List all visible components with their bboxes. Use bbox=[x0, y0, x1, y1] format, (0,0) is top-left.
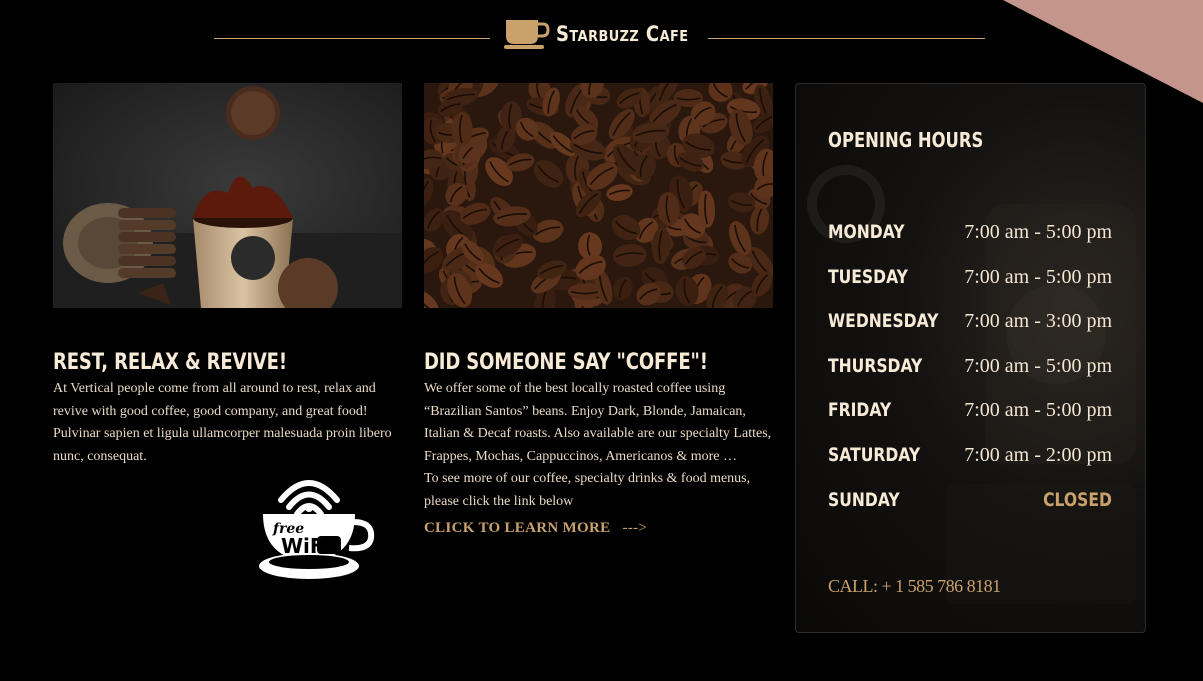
header-rule-left bbox=[214, 38, 490, 39]
opening-hours-title: OPENING HOURS bbox=[828, 128, 984, 152]
hours-closed: CLOSED bbox=[1043, 489, 1112, 511]
hours-row-saturday: SATURDAY 7:00 am - 2:00 pm bbox=[828, 444, 1112, 474]
hours-day: WEDNESDAY bbox=[828, 310, 939, 332]
hours-time: 7:00 am - 5:00 pm bbox=[964, 355, 1112, 377]
coffee-cup-icon bbox=[504, 20, 550, 49]
free-wifi-icon: free WiFi bbox=[259, 480, 375, 579]
hours-time: 7:00 am - 5:00 pm bbox=[964, 221, 1112, 243]
hours-row-friday: FRIDAY 7:00 am - 5:00 pm bbox=[828, 399, 1112, 429]
rest-relax-title: REST, RELAX & REVIVE! bbox=[53, 350, 287, 375]
learn-more-link[interactable]: CLICK TO LEARN MORE ---> bbox=[424, 520, 647, 537]
coffee-text-block: We offer some of the best locally roaste… bbox=[424, 378, 776, 513]
site-header: Starbuzz Cafe bbox=[214, 18, 985, 58]
hours-day: SATURDAY bbox=[828, 444, 921, 466]
coffee-title: DID SOMEONE SAY "COFFE"! bbox=[424, 350, 708, 375]
header-rule-right bbox=[708, 38, 985, 39]
hours-time: 7:00 am - 5:00 pm bbox=[964, 266, 1112, 288]
hours-row-sunday: SUNDAY CLOSED bbox=[828, 489, 1112, 519]
hours-time: 7:00 am - 3:00 pm bbox=[964, 310, 1112, 332]
wifi-label-text: WiFi bbox=[281, 534, 330, 558]
rest-relax-text: At Vertical people come from all around … bbox=[53, 381, 392, 464]
hours-row-wednesday: WEDNESDAY 7:00 am - 3:00 pm bbox=[828, 310, 1112, 340]
hours-day: TUESDAY bbox=[828, 266, 908, 288]
coffee-beans-photo bbox=[424, 83, 773, 308]
coffee-menu-text: To see more of our coffee, specialty dri… bbox=[424, 471, 751, 509]
hours-day: SUNDAY bbox=[828, 489, 900, 511]
hours-time: 7:00 am - 2:00 pm bbox=[964, 444, 1112, 466]
call-phone-link[interactable]: CALL: + 1 585 786 8181 bbox=[828, 576, 1001, 597]
brand-name: Starbuzz Cafe bbox=[556, 22, 689, 46]
coffee-text: We offer some of the best locally roaste… bbox=[424, 381, 772, 464]
hours-row-tuesday: TUESDAY 7:00 am - 5:00 pm bbox=[828, 266, 1112, 296]
learn-more-arrow: ---> bbox=[622, 520, 648, 536]
hours-day: FRIDAY bbox=[828, 399, 892, 421]
hours-time: 7:00 am - 5:00 pm bbox=[964, 399, 1112, 421]
coffee-cup-photo bbox=[53, 83, 402, 308]
hours-day: THURSDAY bbox=[828, 355, 923, 377]
learn-more-label: CLICK TO LEARN MORE bbox=[424, 520, 611, 536]
hours-row-thursday: THURSDAY 7:00 am - 5:00 pm bbox=[828, 355, 1112, 385]
hours-day: MONDAY bbox=[828, 221, 905, 243]
hours-row-monday: MONDAY 7:00 am - 5:00 pm bbox=[828, 221, 1112, 251]
brand-link[interactable]: Starbuzz Cafe bbox=[504, 18, 710, 50]
opening-hours-panel: OPENING HOURS MONDAY 7:00 am - 5:00 pm T… bbox=[795, 83, 1146, 633]
